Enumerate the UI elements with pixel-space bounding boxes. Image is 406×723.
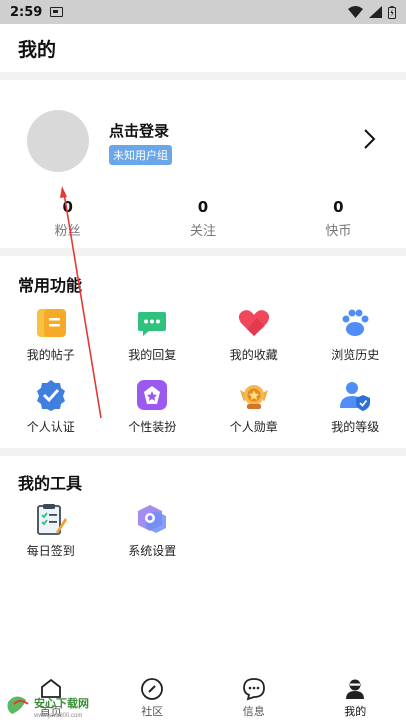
tab-label: 我的 [344,705,367,718]
watermark-logo: 安心下载网 www.java800.com [7,696,89,719]
page-header: 我的 [0,24,406,72]
page-title: 我的 [18,38,57,61]
stat-value: 0 [197,198,209,216]
my-tools-title: 我的工具 [18,474,83,493]
profile-icon [346,679,365,699]
chat-bubble-icon [138,312,167,336]
watermark-brand: 安心下载网 [34,696,89,710]
wifi-icon [348,6,363,18]
menu-personal-medals[interactable]: 个人勋章 [203,376,305,448]
menu-label: 我的等级 [331,420,380,434]
status-time: 2:59 [10,4,43,20]
signal-icon [369,6,382,18]
watermark: 安心下载网 www.java800.com [4,690,104,720]
medal-icon [239,385,268,409]
tab-messages[interactable]: 信息 [203,671,305,723]
watermark-url: www.java800.com [33,713,82,719]
divider [0,248,406,256]
stat-label: 粉丝 [54,224,81,239]
menu-label: 我的回复 [128,348,177,362]
chevron-right-icon[interactable] [356,126,382,152]
menu-label: 个性装扮 [128,420,177,434]
menu-label: 系统设置 [128,544,177,558]
verified-badge-icon [36,380,65,411]
menu-label: 个人勋章 [229,420,278,434]
menu-label: 每日签到 [26,544,75,558]
login-link[interactable]: 点击登录 [109,120,169,141]
document-icon [36,309,66,337]
status-bar: 2:59 [0,0,406,24]
menu-personal-outfit[interactable]: 个性装扮 [102,376,204,448]
tab-profile[interactable]: 我的 [305,671,406,723]
menu-my-replies[interactable]: 我的回复 [102,304,204,376]
profile-section: 点击登录 未知用户组 0 粉丝 0 关注 0 快币 [0,80,406,248]
stat-label: 关注 [189,224,216,239]
divider [0,448,406,456]
user-shield-icon [340,382,371,411]
stat-fans[interactable]: 0 粉丝 [0,198,135,239]
battery-icon [388,5,396,19]
stat-value: 0 [62,198,73,216]
compass-icon [141,678,164,700]
common-functions-title: 常用功能 [18,276,83,295]
menu-label: 我的帖子 [26,348,75,362]
tab-label: 社区 [141,705,164,718]
menu-label: 我的收藏 [229,348,278,362]
menu-label: 浏览历史 [331,348,380,362]
stat-value: 0 [333,198,344,216]
divider [0,72,406,80]
tab-community[interactable]: 社区 [102,671,204,723]
outfit-icon [137,380,168,410]
stat-label: 快币 [325,224,352,239]
settings-hexagon-icon [138,505,167,533]
profile-stats: 0 粉丝 0 关注 0 快币 [0,198,406,239]
tool-system-settings[interactable]: 系统设置 [102,500,204,572]
menu-my-posts[interactable]: 我的帖子 [0,304,102,376]
common-functions-grid: 我的帖子 我的回复 我的收藏 浏览历史 个人认证 个性装扮 个人勋章 我的等级 [0,304,406,448]
menu-my-level[interactable]: 我的等级 [305,376,406,448]
message-icon [242,678,265,701]
tab-label: 信息 [242,705,265,718]
menu-personal-verification[interactable]: 个人认证 [0,376,102,448]
sd-card-icon [50,7,64,17]
my-tools-grid: 每日签到 系统设置 [0,500,406,572]
stat-following[interactable]: 0 关注 [135,198,270,239]
stat-coins[interactable]: 0 快币 [271,198,406,239]
paw-icon [342,309,369,336]
menu-my-favorites[interactable]: 我的收藏 [203,304,305,376]
heart-icon [238,310,269,336]
user-group-badge: 未知用户组 [109,145,172,165]
menu-label: 个人认证 [26,420,75,434]
tool-daily-checkin[interactable]: 每日签到 [0,500,102,572]
menu-browse-history[interactable]: 浏览历史 [305,304,406,376]
avatar[interactable] [27,110,89,172]
checklist-icon [36,504,67,535]
